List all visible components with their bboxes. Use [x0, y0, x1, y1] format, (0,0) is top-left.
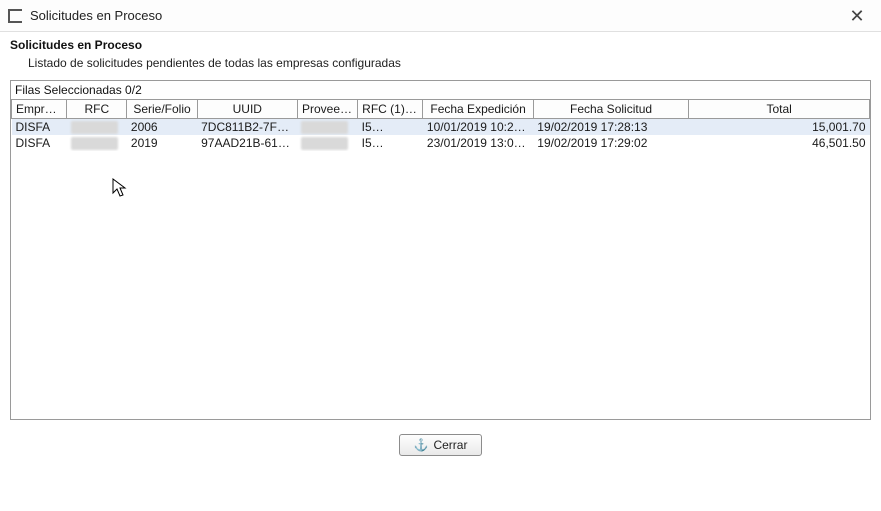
titlebar[interactable]: Solicitudes en Proceso ✕ — [0, 0, 881, 32]
col-fecha-solicitud[interactable]: Fecha Solicitud — [533, 100, 689, 119]
col-rfc1[interactable]: RFC (1) ▼ — [358, 100, 423, 119]
cell-empresa: DISFA — [12, 119, 67, 136]
content-header: Solicitudes en Proceso — [0, 32, 881, 54]
cell-fecha-solicitud: 19/02/2019 17:28:13 — [533, 119, 689, 136]
app-icon — [8, 9, 22, 23]
cell-serie-folio: 2019 — [127, 135, 197, 151]
page-title: Solicitudes en Proceso — [10, 38, 871, 52]
cell-fecha-solicitud: 19/02/2019 17:29:02 — [533, 135, 689, 151]
cell-rfc1: I5… — [358, 119, 423, 136]
solicitudes-table: Empresa RFC Serie/Folio UUID Proveedor R… — [11, 99, 870, 151]
col-serie-folio[interactable]: Serie/Folio — [127, 100, 197, 119]
cell-total: 15,001.70 — [689, 119, 870, 136]
table-row[interactable]: DISFA x 2006 7DC811B2-7F8… x I5… 10/01/2… — [12, 119, 870, 136]
close-icon[interactable]: ✕ — [841, 4, 873, 28]
cell-rfc: x — [67, 119, 127, 136]
cell-fecha-expedicion: 10/01/2019 10:2… — [423, 119, 533, 136]
col-fecha-expedicion[interactable]: Fecha Expedición — [423, 100, 533, 119]
redacted-cell: x — [71, 121, 118, 134]
anchor-icon: ⚓ — [414, 438, 429, 452]
col-rfc1-label: RFC (1) — [362, 102, 417, 116]
cell-uuid: 7DC811B2-7F8… — [197, 119, 297, 136]
close-button[interactable]: ⚓ Cerrar — [399, 434, 483, 456]
redacted-cell: x — [301, 137, 348, 150]
cell-uuid: 97AAD21B-61… — [197, 135, 297, 151]
selection-info: Filas Seleccionadas 0/2 — [11, 81, 870, 99]
col-proveedor[interactable]: Proveedor — [297, 100, 357, 119]
cell-serie-folio: 2006 — [127, 119, 197, 136]
cell-empresa: DISFA — [12, 135, 67, 151]
header-row: Empresa RFC Serie/Folio UUID Proveedor R… — [12, 100, 870, 119]
redacted-cell: x — [301, 121, 348, 134]
page-subtitle: Listado de solicitudes pendientes de tod… — [0, 54, 881, 80]
cell-fecha-expedicion: 23/01/2019 13:0… — [423, 135, 533, 151]
cell-total: 46,501.50 — [689, 135, 870, 151]
table-row[interactable]: DISFA x 2019 97AAD21B-61… x I5… 23/01/20… — [12, 135, 870, 151]
redacted-cell: x — [71, 137, 118, 150]
table-container: Filas Seleccionadas 0/2 Empresa RFC Seri… — [10, 80, 871, 420]
cell-proveedor: x — [297, 119, 357, 136]
window-title: Solicitudes en Proceso — [30, 8, 841, 23]
col-empresa[interactable]: Empresa — [12, 100, 67, 119]
cell-rfc: x — [67, 135, 127, 151]
col-total[interactable]: Total — [689, 100, 870, 119]
cell-proveedor: x — [297, 135, 357, 151]
window-frame: Solicitudes en Proceso ✕ Solicitudes en … — [0, 0, 881, 511]
close-button-label: Cerrar — [433, 438, 467, 452]
cell-rfc1: I5… — [358, 135, 423, 151]
col-uuid[interactable]: UUID — [197, 100, 297, 119]
col-rfc[interactable]: RFC — [67, 100, 127, 119]
footer-bar: ⚓ Cerrar — [0, 420, 881, 511]
